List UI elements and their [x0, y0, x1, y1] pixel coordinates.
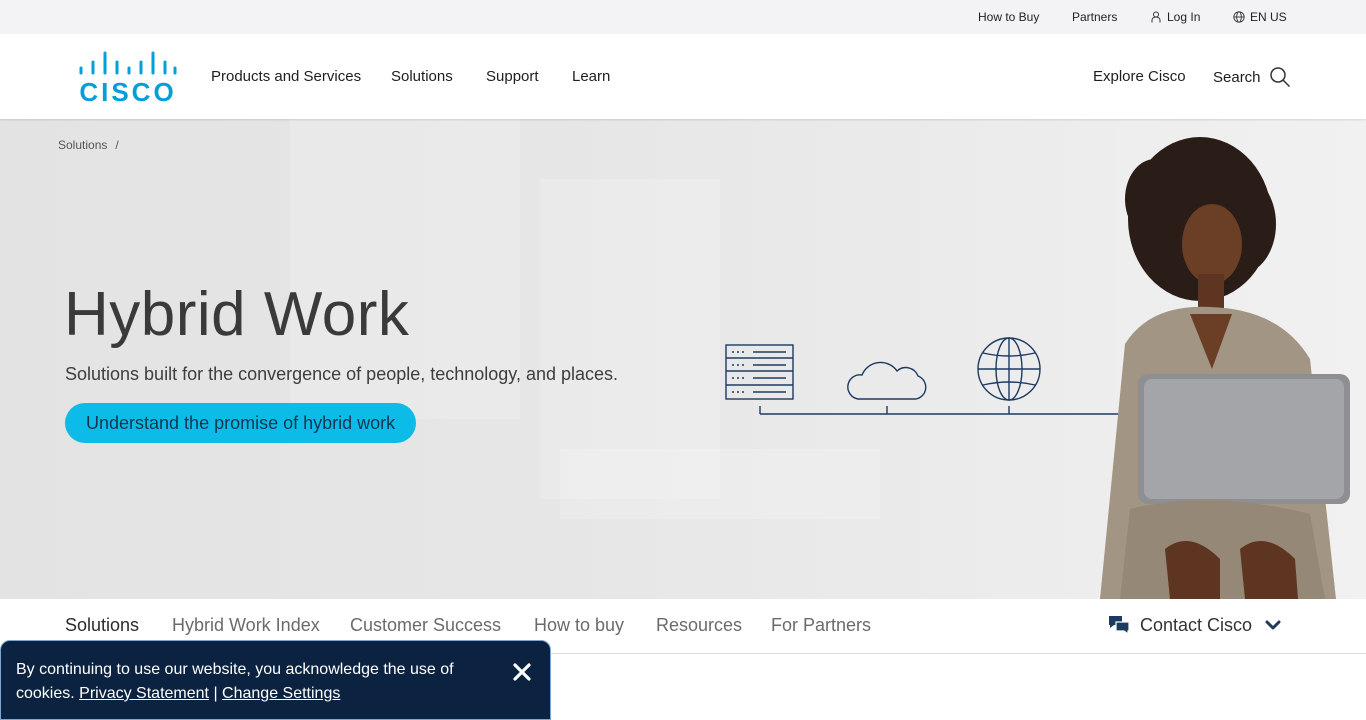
contact-cisco-label: Contact Cisco: [1140, 614, 1253, 635]
cloud-icon: [847, 361, 927, 400]
language-label: EN US: [1250, 10, 1287, 24]
utility-bar: How to Buy Partners Log In EN US: [0, 0, 1366, 34]
log-in-link[interactable]: Log In: [1150, 10, 1200, 24]
network-globe-icon: [977, 337, 1041, 401]
log-in-label: Log In: [1167, 10, 1201, 24]
user-icon: [1151, 11, 1161, 23]
breadcrumb-solutions[interactable]: Solutions: [58, 138, 107, 152]
person-with-laptop-image: [1100, 137, 1350, 599]
nav-products-and-services[interactable]: Products and Services: [211, 68, 361, 85]
cookie-banner: By continuing to use our website, you ac…: [0, 640, 551, 720]
chevron-down-icon: [1265, 620, 1281, 630]
breadcrumb-separator: /: [115, 138, 119, 152]
breadcrumb: Solutions /: [58, 138, 119, 152]
nav-solutions[interactable]: Solutions: [391, 68, 453, 85]
cookie-message: By continuing to use our website, you ac…: [16, 658, 496, 706]
search-label: Search: [1213, 68, 1261, 86]
language-selector[interactable]: EN US: [1233, 10, 1287, 24]
cisco-logo[interactable]: CISCO: [78, 50, 178, 104]
tab-solutions[interactable]: Solutions: [65, 615, 139, 636]
background-panel: [560, 449, 880, 519]
globe-icon: [1233, 11, 1245, 23]
partners-link[interactable]: Partners: [1072, 10, 1117, 24]
close-icon[interactable]: [509, 659, 535, 685]
nav-learn[interactable]: Learn: [572, 68, 610, 85]
explore-cisco-label: Explore Cisco: [1093, 68, 1186, 85]
tab-hybrid-work-index[interactable]: Hybrid Work Index: [172, 615, 320, 636]
main-header: CISCO Products and Services Solutions Su…: [0, 34, 1366, 119]
chat-icon: [1109, 616, 1130, 636]
how-to-buy-link[interactable]: How to Buy: [978, 10, 1039, 24]
search-icon: [1269, 67, 1290, 88]
tab-for-partners[interactable]: For Partners: [771, 615, 871, 636]
hero-subtitle: Solutions built for the convergence of p…: [65, 364, 619, 384]
nav-support[interactable]: Support: [486, 68, 539, 85]
change-settings-link[interactable]: Change Settings: [222, 685, 340, 702]
tab-customer-success[interactable]: Customer Success: [350, 615, 501, 636]
how-to-buy-label: How to Buy: [978, 10, 1040, 24]
server-icon: [725, 344, 794, 400]
contact-cisco-button[interactable]: Contact Cisco: [1108, 614, 1284, 636]
cookie-divider: |: [213, 685, 218, 702]
tab-how-to-buy[interactable]: How to buy: [534, 615, 624, 636]
search-button[interactable]: Search: [1213, 66, 1291, 88]
page-title: Hybrid Work: [64, 280, 410, 349]
explore-cisco-link[interactable]: Explore Cisco: [1093, 68, 1186, 85]
privacy-statement-link[interactable]: Privacy Statement: [79, 685, 209, 702]
hybrid-work-promise-button[interactable]: Understand the promise of hybrid work: [65, 403, 417, 443]
logo-wordmark: CISCO: [79, 77, 176, 104]
partners-label: Partners: [1072, 10, 1118, 24]
hero-banner: Solutions / Hybrid Work Solutions built f…: [0, 119, 1366, 599]
tab-resources[interactable]: Resources: [656, 615, 742, 636]
